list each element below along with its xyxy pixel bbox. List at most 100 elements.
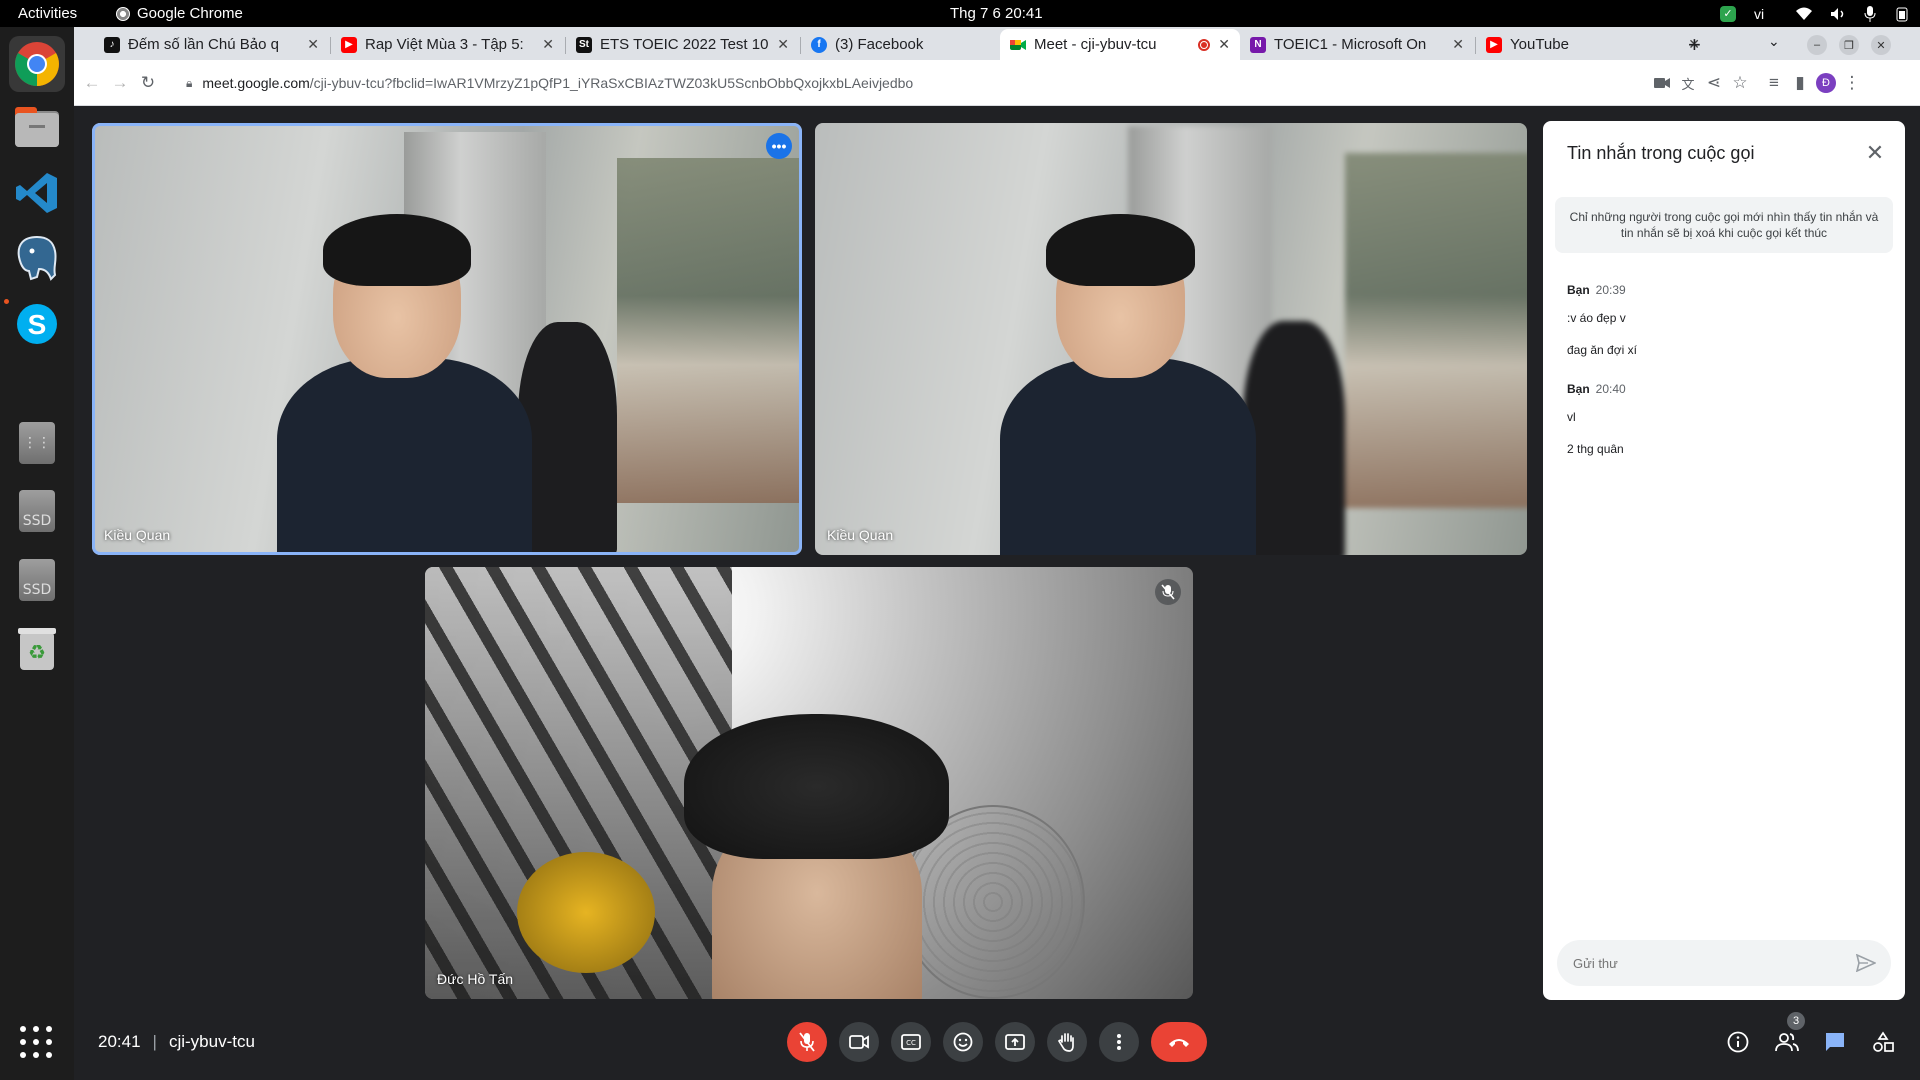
restore-button[interactable]: ❐: [1839, 35, 1859, 55]
address-bar[interactable]: 🔒︎ meet.google.com/cji-ybuv-tcu?fbclid=I…: [186, 67, 913, 99]
profile-avatar[interactable]: Đ: [1814, 71, 1838, 95]
tab-meet[interactable]: Meet - cji-ybuv-tcu ✕: [1000, 29, 1240, 60]
app-name: Google Chrome: [137, 5, 243, 22]
translate-icon[interactable]: 文: [1676, 71, 1700, 95]
message-text: :v áo đẹp v: [1567, 311, 1626, 325]
chat-icon: [1826, 1033, 1844, 1051]
ssd-drive-icon: SSD: [19, 559, 55, 601]
back-icon[interactable]: ←: [80, 71, 104, 95]
message-time: 20:40: [1595, 382, 1626, 396]
participant-name: Kiều Quan: [104, 527, 171, 543]
close-tab-icon[interactable]: ✕: [1218, 36, 1230, 53]
forward-icon[interactable]: →: [108, 71, 132, 95]
captions-button[interactable]: CC: [891, 1022, 931, 1062]
mic-off-icon: [799, 1032, 815, 1052]
meeting-time: 20:41: [98, 1032, 141, 1051]
tab-ets-toeic[interactable]: St ETS TOEIC 2022 Test 10 ✕: [566, 29, 799, 60]
dock-chrome[interactable]: [9, 36, 65, 92]
toggle-camera-button[interactable]: [839, 1022, 879, 1062]
video-tile-self[interactable]: ••• Kiều Quan: [92, 123, 802, 555]
present-screen-icon: [1005, 1034, 1025, 1050]
svg-text:♻: ♻: [28, 640, 46, 664]
reload-icon[interactable]: ↻: [136, 71, 160, 95]
dock-pgadmin[interactable]: [9, 230, 65, 286]
reactions-button[interactable]: [943, 1022, 983, 1062]
end-call-icon: [1169, 1039, 1189, 1047]
dock-files[interactable]: [9, 99, 65, 155]
side-panel-icon[interactable]: ▮: [1788, 71, 1812, 95]
leave-call-button[interactable]: [1151, 1022, 1207, 1062]
clock[interactable]: Thg 7 6 20:41: [950, 5, 1043, 22]
show-applications-icon[interactable]: [20, 1026, 52, 1058]
tab-title: TOEIC1 - Microsoft On: [1274, 36, 1427, 53]
skype-icon: S: [17, 304, 57, 344]
close-window-button[interactable]: ✕: [1871, 35, 1891, 55]
message-sender: Bạn: [1567, 283, 1590, 297]
app-menu[interactable]: Google Chrome: [116, 5, 243, 22]
people-icon: [1775, 1033, 1799, 1052]
present-screen-button[interactable]: [995, 1022, 1035, 1062]
participant-count-badge: 3: [1787, 1012, 1805, 1030]
dock-ssd-2[interactable]: SSD: [9, 552, 65, 608]
tab-strip: ♪ Đếm số lần Chú Bảo q ✕ ▶ Rap Việt Mùa …: [74, 27, 1920, 60]
video-tile-participant[interactable]: Kiều Quan: [815, 123, 1527, 555]
browser-toolbar: ← → ↻ 🔒︎ meet.google.com/cji-ybuv-tcu?fb…: [74, 60, 1920, 106]
chat-notice: Chỉ những người trong cuộc gọi mới nhìn …: [1555, 197, 1893, 253]
chrome-menu-icon[interactable]: ⋮: [1840, 71, 1864, 95]
tab-tiktok[interactable]: ♪ Đếm số lần Chú Bảo q ✕: [94, 29, 329, 60]
close-tab-icon[interactable]: ✕: [542, 36, 554, 53]
dock-skype[interactable]: S: [9, 296, 65, 352]
facebook-icon: f: [811, 36, 827, 53]
message-input[interactable]: [1573, 952, 1833, 974]
dock-storage[interactable]: ⋮⋮: [9, 415, 65, 471]
close-tab-icon[interactable]: ✕: [777, 36, 789, 53]
message-group: Bạn 20:39 :v áo đẹp v đag ăn đợi xí: [1567, 281, 1637, 357]
tab-title: Meet - cji-ybuv-tcu: [1034, 36, 1157, 53]
message-composer: [1557, 940, 1891, 986]
chat-panel-title: Tin nhắn trong cuộc gọi: [1567, 143, 1755, 163]
message-group: Bạn 20:40 vl 2 thg quân: [1567, 380, 1626, 456]
dock: S ⋮⋮ SSD SSD ♻: [0, 27, 74, 1080]
tile-more-options-icon[interactable]: •••: [766, 133, 792, 159]
camera-in-use-icon[interactable]: [1650, 71, 1674, 95]
close-tab-icon[interactable]: ✕: [307, 36, 319, 53]
dock-vscode[interactable]: [9, 165, 65, 221]
raise-hand-button[interactable]: [1047, 1022, 1087, 1062]
chrome-icon: [15, 42, 59, 86]
youtube-icon: ▶: [341, 36, 357, 53]
meet-control-bar: 20:41 | cji-ybuv-tcu CC 3: [74, 1012, 1920, 1080]
media-controls-icon[interactable]: ≡: [1762, 71, 1786, 95]
tab-youtube[interactable]: ▶ YouTube ✕: [1476, 29, 1710, 60]
url-host: meet.google.com: [202, 75, 310, 91]
activities-button[interactable]: Activities: [0, 5, 100, 22]
chat-panel: Tin nhắn trong cuộc gọi ✕ Chỉ những ngườ…: [1543, 121, 1905, 1000]
send-icon[interactable]: [1853, 950, 1879, 976]
dock-ssd-1[interactable]: SSD: [9, 483, 65, 539]
svg-text:S: S: [28, 309, 47, 340]
more-options-button[interactable]: [1099, 1022, 1139, 1062]
share-icon[interactable]: ⋖: [1702, 71, 1726, 95]
close-tab-icon[interactable]: ✕: [1452, 36, 1464, 53]
minimize-button[interactable]: –: [1807, 35, 1827, 55]
emoji-icon: [953, 1032, 973, 1052]
chat-button[interactable]: [1819, 1026, 1851, 1058]
people-button[interactable]: 3: [1771, 1012, 1805, 1058]
toggle-microphone-button[interactable]: [787, 1022, 827, 1062]
microphone-icon: [1864, 5, 1876, 22]
input-language[interactable]: vi: [1754, 6, 1778, 22]
tab-search-button[interactable]: ⌄: [1768, 33, 1780, 50]
activities-button-meet[interactable]: [1867, 1026, 1899, 1058]
bookmark-star-icon[interactable]: ☆: [1728, 71, 1752, 95]
closed-captions-icon: CC: [901, 1034, 921, 1050]
dock-trash[interactable]: ♻: [9, 620, 65, 676]
new-tab-button[interactable]: +: [1688, 32, 1701, 58]
close-panel-icon[interactable]: ✕: [1861, 139, 1889, 167]
tab-onenote[interactable]: N TOEIC1 - Microsoft On ✕: [1240, 29, 1474, 60]
tab-title: (3) Facebook: [835, 36, 924, 53]
postgresql-elephant-icon: [17, 235, 57, 281]
video-tile-participant[interactable]: Đức Hồ Tấn: [425, 567, 1193, 999]
vscode-icon: [16, 173, 57, 213]
tab-rap-viet[interactable]: ▶ Rap Việt Mùa 3 - Tập 5: ✕: [331, 29, 564, 60]
system-tray[interactable]: ✓ vi: [1720, 5, 1910, 22]
meeting-details-button[interactable]: [1722, 1026, 1754, 1058]
